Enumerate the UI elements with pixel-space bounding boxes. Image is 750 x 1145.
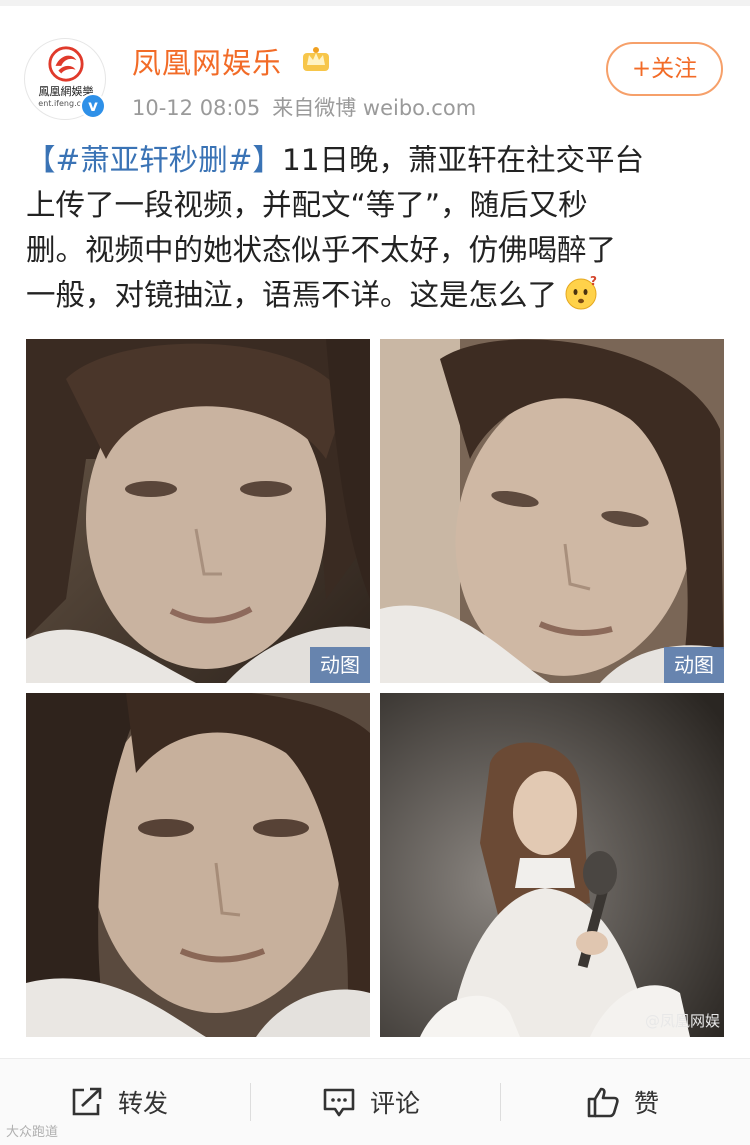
photo-face-crying: [26, 693, 370, 1037]
photo-face-tilted: [380, 339, 724, 683]
post-source[interactable]: 来自微博 weibo.com: [272, 96, 476, 120]
verified-badge-icon: v: [80, 93, 106, 119]
author-name[interactable]: 凤凰网娱乐: [132, 40, 282, 82]
top-divider: [0, 0, 750, 6]
post-text-segment: 11日晚，萧亚轩在社交平台: [281, 143, 644, 177]
post-text-line: 【#萧亚轩秒删#】11日晚，萧亚轩在社交平台: [26, 138, 726, 183]
photo-face-closeup: [26, 339, 370, 683]
repost-label: 转发: [118, 1089, 169, 1118]
post-image-2[interactable]: 动图: [380, 339, 724, 683]
like-label: 赞: [634, 1089, 660, 1118]
topic-link[interactable]: 【#萧亚轩秒删#】: [26, 143, 282, 177]
post-text: 【#萧亚轩秒删#】11日晚，萧亚轩在社交平台 上传了一段视频，并配文“等了”，随…: [26, 138, 726, 318]
photo-singing-stage: [380, 693, 724, 1037]
post-image-1[interactable]: 动图: [26, 339, 370, 683]
action-divider: [500, 1083, 501, 1121]
post-timestamp: 10-12 08:05: [132, 96, 261, 120]
action-bar: 转发 评论 赞: [0, 1058, 750, 1145]
thumbs-up-icon: [587, 1087, 619, 1118]
post-text-line: 删。视频中的她状态似乎不太好，仿佛喝醉了: [26, 233, 617, 267]
comment-label: 评论: [370, 1089, 421, 1118]
follow-button[interactable]: +关注: [606, 42, 723, 96]
like-button[interactable]: 赞: [586, 1079, 659, 1125]
post-text-segment: 一般，对镜抽泣，语焉不详。这是怎么了: [26, 278, 558, 312]
gif-badge: 动图: [310, 647, 370, 683]
phoenix-logo-icon: [48, 46, 84, 82]
post-image-3[interactable]: [26, 693, 370, 1037]
post-meta: 10-12 08:05 来自微博 weibo.com: [132, 92, 476, 122]
confused-face-emoji-icon: ?: [565, 275, 597, 310]
repost-button[interactable]: 转发: [70, 1079, 168, 1125]
svg-text:?: ?: [590, 275, 597, 288]
image-watermark: @凤凰网娱: [644, 1012, 720, 1030]
repost-icon: [72, 1087, 102, 1116]
post-image-4[interactable]: @凤凰网娱: [380, 693, 724, 1037]
comment-button[interactable]: 评论: [322, 1079, 420, 1125]
gif-badge: 动图: [664, 647, 724, 683]
site-watermark: 大众跑道: [6, 1125, 59, 1140]
post-text-line: 上传了一段视频，并配文“等了”，随后又秒: [26, 188, 588, 222]
post-text-line: 一般，对镜抽泣，语焉不详。这是怎么了 ?: [26, 273, 726, 318]
weibo-post: 鳳凰網娛樂 ent.ifeng.com v 凤凰网娱乐 10-12 08:05 来…: [0, 0, 750, 1145]
comment-icon: [323, 1088, 355, 1117]
action-divider: [250, 1083, 251, 1121]
vip-crown-icon: [303, 47, 329, 71]
